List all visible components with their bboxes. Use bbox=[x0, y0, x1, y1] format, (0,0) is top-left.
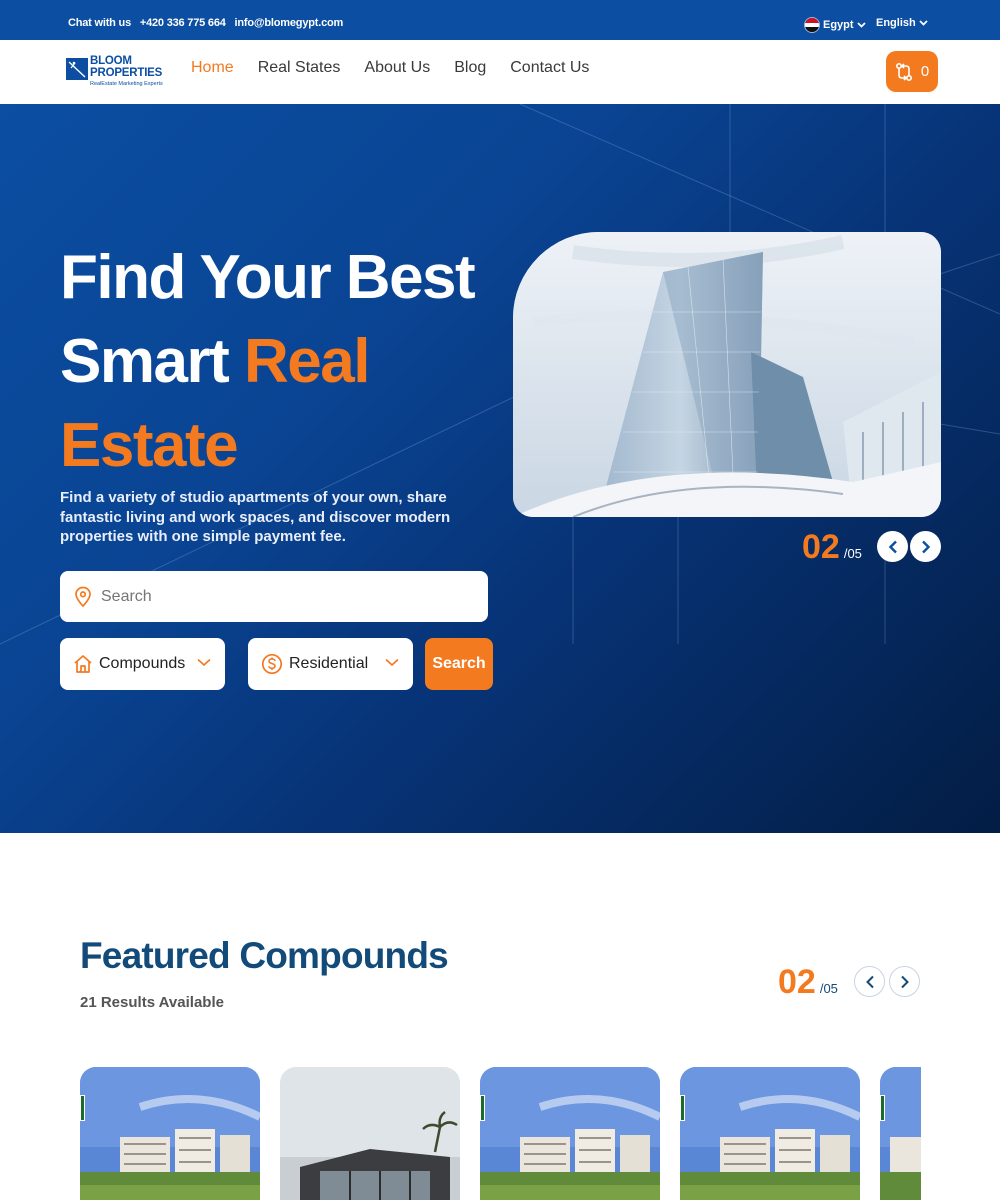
compare-count: 0 bbox=[920, 63, 930, 80]
chevron-right-icon bbox=[921, 540, 930, 553]
compound-image bbox=[880, 1067, 921, 1200]
logo-text: BLOOM PROPERTIES bbox=[90, 55, 163, 79]
hero-slide-counter: 02/05 bbox=[802, 528, 862, 567]
hero-prev-button[interactable] bbox=[877, 531, 908, 562]
search-input[interactable] bbox=[101, 587, 461, 606]
compound-image bbox=[680, 1067, 860, 1200]
compound-card[interactable] bbox=[280, 1067, 460, 1200]
main-navigation: BLOOM PROPERTIES RealEstate Marketing Ex… bbox=[0, 40, 1000, 104]
property-type-value: Compounds bbox=[99, 655, 186, 672]
nav-item-about-us[interactable]: About Us bbox=[364, 59, 430, 77]
hero-slide-total: /05 bbox=[843, 546, 862, 561]
email-link[interactable]: info@blomegypt.com bbox=[235, 17, 344, 29]
country-label: Egypt bbox=[823, 19, 854, 31]
language-label: English bbox=[876, 17, 916, 29]
hero-next-button[interactable] bbox=[910, 531, 941, 562]
hero-section: Find Your Best Smart Real Estate Find a … bbox=[0, 104, 1000, 833]
logo-tagline: RealEstate Marketing Experts bbox=[90, 81, 163, 87]
nav-menu: Home Real States About Us Blog Contact U… bbox=[191, 59, 613, 77]
hero-building-image bbox=[513, 232, 941, 517]
card-badge bbox=[880, 1095, 885, 1121]
hero-slide-current: 02 bbox=[802, 528, 840, 566]
country-selector[interactable]: Egypt bbox=[804, 17, 866, 33]
dollar-circle-icon bbox=[261, 653, 283, 675]
card-badge bbox=[80, 1095, 85, 1121]
chevron-down-icon bbox=[919, 20, 928, 26]
compound-image bbox=[480, 1067, 660, 1200]
card-badge bbox=[480, 1095, 485, 1121]
chevron-down-icon bbox=[856, 22, 866, 28]
search-field[interactable] bbox=[60, 571, 488, 622]
search-button[interactable]: Search bbox=[425, 638, 493, 690]
featured-slide-current: 02 bbox=[778, 963, 816, 1001]
chevron-down-icon bbox=[385, 658, 399, 667]
phone-link[interactable]: +420 336 775 664 bbox=[140, 17, 226, 29]
site-logo[interactable]: BLOOM PROPERTIES RealEstate Marketing Ex… bbox=[66, 55, 176, 89]
nav-item-real-states[interactable]: Real States bbox=[258, 59, 341, 77]
location-pin-icon bbox=[75, 586, 91, 607]
home-icon bbox=[74, 655, 92, 673]
compound-card[interactable] bbox=[880, 1067, 921, 1200]
featured-slide-counter: 02/05 bbox=[778, 963, 838, 1002]
chevron-right-icon bbox=[900, 975, 909, 988]
nav-item-home[interactable]: Home bbox=[191, 59, 234, 77]
compound-image bbox=[80, 1067, 260, 1200]
category-select[interactable]: Residential bbox=[248, 638, 413, 690]
category-value: Residential bbox=[289, 655, 369, 672]
compound-image bbox=[280, 1067, 460, 1200]
nav-item-contact-us[interactable]: Contact Us bbox=[510, 59, 589, 77]
featured-title: Featured Compounds bbox=[80, 935, 449, 976]
top-bar: Chat with us +420 336 775 664 info@blome… bbox=[0, 0, 1000, 40]
chevron-left-icon bbox=[865, 975, 874, 988]
featured-prev-button[interactable] bbox=[854, 966, 885, 997]
chevron-down-icon bbox=[197, 658, 211, 667]
nav-item-blog[interactable]: Blog bbox=[454, 59, 486, 77]
compare-button[interactable]: 0 bbox=[886, 51, 938, 92]
hero-description: Find a variety of studio apartments of y… bbox=[60, 489, 451, 545]
chat-label[interactable]: Chat with us bbox=[68, 17, 131, 29]
compare-arrows-icon bbox=[895, 62, 912, 81]
chevron-left-icon bbox=[888, 540, 897, 553]
compound-card[interactable] bbox=[80, 1067, 260, 1200]
egypt-flag-icon bbox=[804, 17, 820, 33]
featured-slide-total: /05 bbox=[819, 981, 838, 996]
results-count: 21 Results Available bbox=[80, 994, 224, 1011]
property-type-select[interactable]: Compounds bbox=[60, 638, 225, 690]
card-badge bbox=[680, 1095, 685, 1121]
hero-headline: Find Your Best Smart Real Estate bbox=[60, 243, 476, 480]
compound-card[interactable] bbox=[480, 1067, 660, 1200]
logo-mark-icon bbox=[66, 58, 88, 80]
contact-info: Chat with us +420 336 775 664 info@blome… bbox=[68, 17, 349, 29]
compound-card[interactable] bbox=[680, 1067, 860, 1200]
featured-compounds-carousel bbox=[80, 1067, 921, 1200]
language-selector[interactable]: English bbox=[876, 17, 928, 29]
featured-next-button[interactable] bbox=[889, 966, 920, 997]
